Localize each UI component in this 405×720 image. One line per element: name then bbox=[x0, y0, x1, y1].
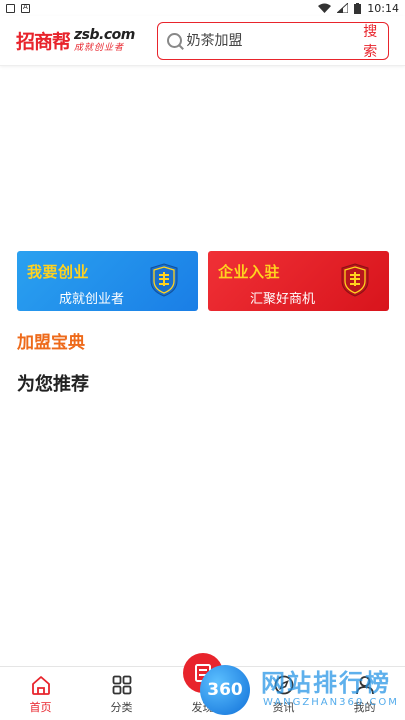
status-time: 10:14 bbox=[367, 1, 399, 15]
nav-label: 资讯 bbox=[272, 701, 295, 714]
nav-news[interactable]: 资讯 bbox=[243, 667, 324, 720]
search-icon bbox=[166, 32, 182, 50]
nav-home[interactable]: 首页 bbox=[0, 667, 81, 720]
status-left bbox=[6, 3, 30, 13]
wifi-icon bbox=[318, 3, 332, 13]
header: 招商帮 zsb.com 成就创业者 搜索 bbox=[0, 16, 405, 66]
discover-fab[interactable] bbox=[182, 653, 223, 693]
search-button[interactable]: 搜索 bbox=[361, 21, 380, 61]
shield-bang-icon bbox=[341, 263, 369, 297]
square-icon bbox=[6, 3, 15, 13]
nav-mine[interactable]: 我的 bbox=[324, 667, 405, 720]
user-icon bbox=[355, 676, 374, 695]
nav-label: 首页 bbox=[29, 701, 52, 714]
section-recommend: 为您推荐 bbox=[17, 374, 89, 395]
section-jiameng-baodian[interactable]: 加盟宝典 bbox=[17, 328, 85, 353]
nav-label: 分类 bbox=[110, 701, 133, 714]
banner-row: 我要创业 成就创业者 企业入驻 汇聚好商机 bbox=[17, 251, 389, 311]
bottom-nav: 首页 分类 发现 资讯 我的 bbox=[0, 653, 405, 720]
nav-discover[interactable]: 发现 bbox=[162, 653, 243, 720]
logo-right: zsb.com 成就创业者 bbox=[74, 28, 135, 53]
logo[interactable]: 招商帮 zsb.com 成就创业者 bbox=[16, 21, 149, 61]
banner-start-business[interactable]: 我要创业 成就创业者 bbox=[17, 251, 198, 311]
shield-bang-icon bbox=[150, 263, 178, 297]
discover-icon bbox=[194, 664, 211, 682]
banner-enterprise-join[interactable]: 企业入驻 汇聚好商机 bbox=[208, 251, 389, 311]
logo-cn: 招商帮 bbox=[16, 31, 71, 53]
battery-icon bbox=[354, 2, 362, 14]
nav-label: 我的 bbox=[353, 701, 376, 714]
status-right: 10:14 bbox=[318, 2, 399, 15]
nav-category[interactable]: 分类 bbox=[81, 667, 162, 720]
search-box[interactable]: 搜索 bbox=[157, 21, 389, 61]
grid-icon bbox=[112, 675, 131, 695]
signal-icon bbox=[337, 3, 349, 13]
home-icon bbox=[31, 676, 50, 695]
status-bar: 10:14 bbox=[0, 0, 405, 16]
compass-icon bbox=[274, 675, 293, 695]
logo-en: zsb.com bbox=[74, 27, 135, 43]
nav-label: 发现 bbox=[191, 701, 214, 714]
search-input[interactable] bbox=[186, 32, 361, 49]
logo-slogan: 成就创业者 bbox=[74, 43, 125, 53]
a-icon bbox=[21, 3, 30, 13]
